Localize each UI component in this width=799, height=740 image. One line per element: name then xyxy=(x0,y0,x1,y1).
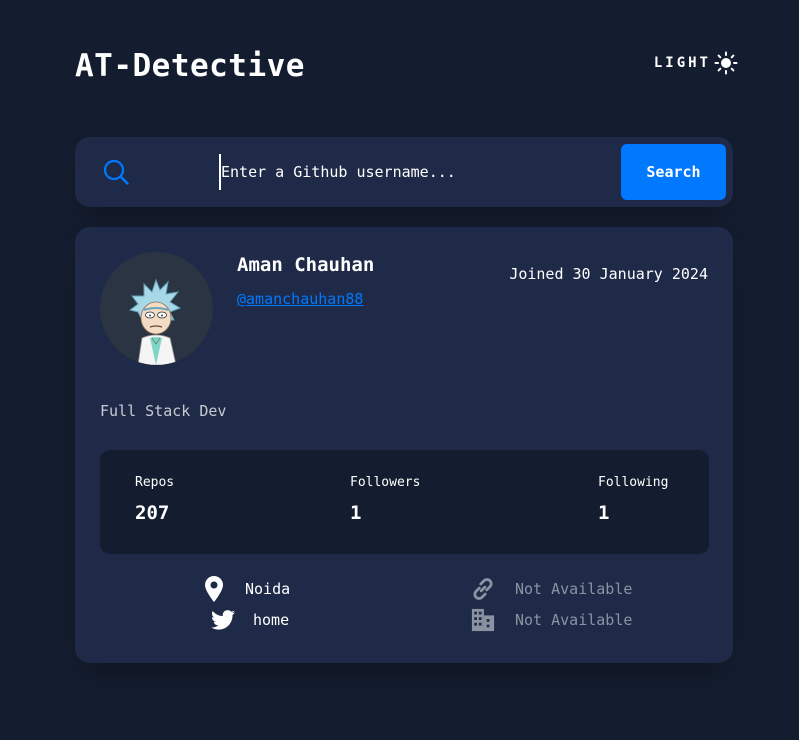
stat-repos-value: 207 xyxy=(135,502,170,524)
stat-followers-label: Followers xyxy=(350,475,421,490)
company-item: Not Available xyxy=(471,608,632,632)
location-text: Noida xyxy=(245,580,291,598)
user-login-link[interactable]: @amanchauhan88 xyxy=(237,290,363,308)
building-icon xyxy=(471,608,495,632)
profile-links: Noida home Not Available Not Available xyxy=(75,575,733,645)
search-icon xyxy=(103,159,129,185)
link-icon xyxy=(471,577,495,601)
theme-toggle-label: LIGHT xyxy=(653,55,711,71)
location-item: Noida xyxy=(203,576,291,602)
twitter-text: home xyxy=(253,611,290,629)
company-text: Not Available xyxy=(515,611,633,629)
blog-text: Not Available xyxy=(515,580,633,598)
blog-item: Not Available xyxy=(471,577,632,601)
theme-toggle[interactable]: LIGHT xyxy=(654,51,738,75)
stat-repos: Repos 207 xyxy=(135,475,174,524)
twitter-item[interactable]: home xyxy=(211,608,289,632)
joined-date: Joined 30 January 2024 xyxy=(509,265,708,283)
header: AT-Detective LIGHT xyxy=(75,44,738,94)
location-pin-icon xyxy=(203,576,225,602)
profile-card: Aman Chauhan @amanchauhan88 Joined 30 Ja… xyxy=(75,227,733,663)
stat-followers: Followers 1 xyxy=(350,475,420,524)
search-button[interactable]: Search xyxy=(621,144,726,200)
app-root: AT-Detective LIGHT Enter a Github userna… xyxy=(0,0,799,740)
search-bar: Search xyxy=(75,137,733,207)
user-name: Aman Chauhan xyxy=(237,254,375,276)
app-title: AT-Detective xyxy=(75,48,305,84)
twitter-icon xyxy=(211,608,235,632)
rick-avatar xyxy=(128,278,182,365)
avatar xyxy=(100,252,213,365)
user-bio: Full Stack Dev xyxy=(100,402,227,420)
stat-followers-value: 1 xyxy=(350,502,362,524)
stat-following: Following 1 xyxy=(598,475,668,524)
stat-following-label: Following xyxy=(598,475,669,490)
stat-repos-label: Repos xyxy=(135,475,175,490)
stat-following-value: 1 xyxy=(598,502,610,524)
search-input[interactable] xyxy=(219,154,681,190)
sun-icon xyxy=(714,51,738,75)
stats-panel: Repos 207 Followers 1 Following 1 xyxy=(100,450,709,554)
